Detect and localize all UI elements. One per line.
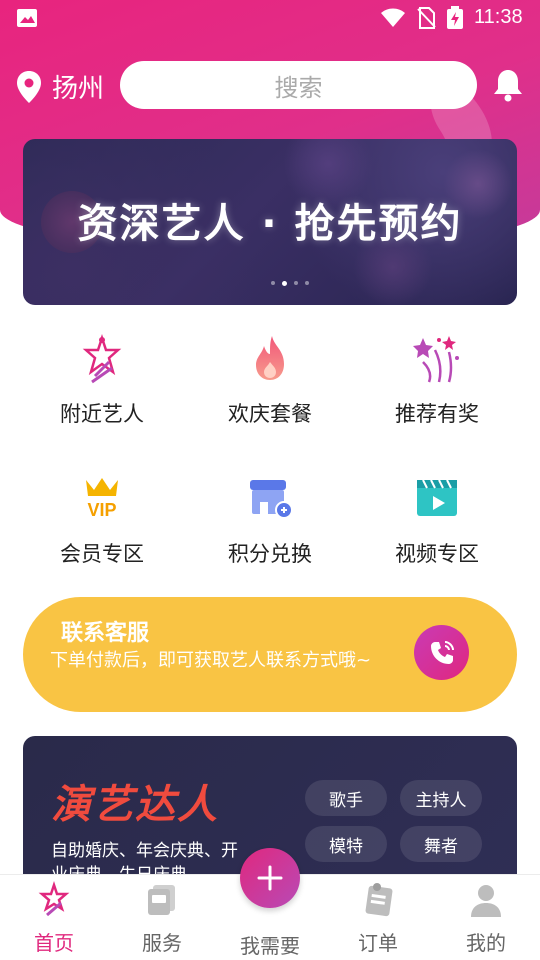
- tag-singer[interactable]: 歌手: [305, 780, 387, 816]
- svg-text:VIP: VIP: [87, 500, 116, 520]
- grid-item-vip-zone[interactable]: VIP 会员专区: [12, 472, 192, 568]
- star-performer-icon: [82, 334, 122, 384]
- banner-dot[interactable]: [294, 281, 298, 285]
- grid-item-nearby-artists[interactable]: 附近艺人: [12, 332, 192, 428]
- tag-host[interactable]: 主持人: [400, 780, 482, 816]
- add-request-button[interactable]: [240, 848, 300, 908]
- nav-services[interactable]: 服务: [108, 881, 216, 956]
- nav-profile[interactable]: 我的: [432, 881, 540, 956]
- search-input[interactable]: 搜索: [120, 61, 477, 109]
- video-icon: [417, 479, 457, 516]
- location-selector[interactable]: 扬州: [16, 68, 104, 105]
- flame-icon: [256, 336, 284, 380]
- status-bar: 11:38: [0, 0, 540, 36]
- grid-label: 附近艺人: [60, 402, 144, 426]
- phone-call-button[interactable]: [414, 625, 469, 680]
- nav-home[interactable]: 首页: [0, 881, 108, 956]
- grid-label: 欢庆套餐: [228, 402, 312, 426]
- nav-label-need[interactable]: 我需要: [216, 930, 324, 959]
- home-star-icon: [38, 881, 70, 917]
- nav-label: 订单: [358, 931, 398, 955]
- nav-label: 我的: [466, 931, 506, 955]
- banner-title: 资深艺人 · 抢先预约: [77, 201, 463, 247]
- grid-label: 推荐有奖: [395, 402, 479, 426]
- status-time: 11:38: [474, 6, 523, 28]
- grid-item-celebration-package[interactable]: 欢庆套餐: [180, 332, 360, 428]
- tag-model[interactable]: 模特: [305, 826, 387, 862]
- talent-title: 演艺达人: [51, 782, 219, 828]
- grid-item-points-exchange[interactable]: 积分兑换: [180, 472, 360, 568]
- grid-label: 会员专区: [60, 542, 144, 566]
- phone-icon: [430, 640, 454, 664]
- grid-label: 视频专区: [395, 542, 479, 566]
- city-label: 扬州: [52, 74, 105, 104]
- profile-icon: [471, 885, 501, 917]
- battery-charging-icon: [447, 6, 463, 29]
- shop-icon: [250, 480, 293, 519]
- grid-item-referral-reward[interactable]: 推荐有奖: [347, 332, 527, 428]
- promo-banner[interactable]: 资深艺人 · 抢先预约: [23, 139, 517, 305]
- no-sim-icon: [417, 7, 436, 29]
- vip-crown-icon: VIP: [86, 478, 118, 520]
- grid-label: 积分兑换: [228, 542, 312, 566]
- plus-icon: [257, 865, 283, 891]
- notification-bell-icon[interactable]: [492, 68, 524, 102]
- orders-icon: [365, 883, 393, 917]
- nav-label: 首页: [34, 931, 74, 955]
- services-icon: [148, 885, 175, 915]
- banner-dot[interactable]: [305, 281, 309, 285]
- banner-dot[interactable]: [271, 281, 275, 285]
- contact-service-card[interactable]: 联系客服 下单付款后，即可获取艺人联系方式哦~: [23, 597, 517, 712]
- contact-description: 下单付款后，即可获取艺人联系方式哦~: [50, 650, 372, 671]
- banner-pagination: [271, 281, 309, 286]
- nav-label: 服务: [142, 931, 182, 955]
- nav-orders[interactable]: 订单: [324, 881, 432, 956]
- banner-dot-active[interactable]: [282, 281, 287, 286]
- gallery-icon: [17, 9, 37, 27]
- tag-dancer[interactable]: 舞者: [400, 826, 482, 862]
- search-placeholder: 搜索: [274, 73, 323, 102]
- fireworks-icon: [413, 336, 459, 383]
- grid-item-video-zone[interactable]: 视频专区: [347, 472, 527, 568]
- wifi-icon: [381, 8, 405, 27]
- contact-title: 联系客服: [61, 621, 150, 646]
- location-pin-icon: [17, 70, 41, 103]
